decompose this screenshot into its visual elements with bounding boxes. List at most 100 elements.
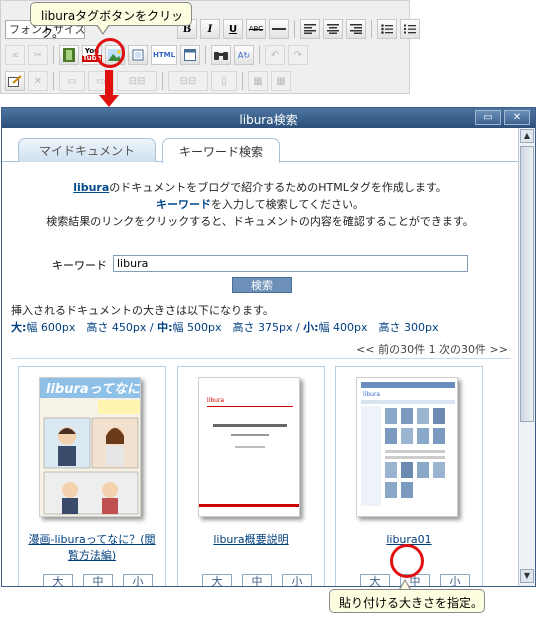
delete-icon[interactable]: ✕ xyxy=(28,71,48,91)
size-large-text: 幅 600px 高さ 450px xyxy=(26,321,147,334)
toolbar-separator xyxy=(53,72,54,90)
size-button-group: 大 中 小 xyxy=(43,574,153,586)
html-icon[interactable]: HTML xyxy=(151,45,177,65)
overview-thumbnail-image: libura xyxy=(199,378,299,516)
document-thumbnail[interactable]: liburaってなに？ 第2話 閲覧方法 xyxy=(39,377,141,517)
toolbar-separator xyxy=(259,46,260,64)
size-medium-button[interactable]: 中 xyxy=(83,574,113,586)
document-thumbnail[interactable]: libura xyxy=(356,377,458,517)
align-left-icon[interactable] xyxy=(300,19,320,39)
redo-icon[interactable]: ↷ xyxy=(288,45,308,65)
toolbar-row-3: ✕ ▭ ▭ ⊟⊟ ⊟⊟ ▯ ▦ ▦ xyxy=(5,70,291,92)
size-medium-text: 幅 500px 高さ 375px xyxy=(172,321,293,334)
unordered-list-icon[interactable] xyxy=(377,19,397,39)
toolbar-separator xyxy=(162,72,163,90)
size-medium-label: 中: xyxy=(157,321,173,334)
document-thumbnail[interactable]: libura xyxy=(198,377,300,517)
thumb-logo-text: libura xyxy=(363,391,380,398)
maximize-icon[interactable]: ▭ xyxy=(475,110,501,125)
keyword-emphasis: キーワード xyxy=(155,198,211,211)
size-large-button[interactable]: 大 xyxy=(202,574,232,586)
tab-keyword-search[interactable]: キーワード検索 xyxy=(162,138,280,163)
strikethrough-icon[interactable]: ABC xyxy=(246,19,266,39)
merge-cells-icon[interactable]: ⊟⊟ xyxy=(168,71,208,91)
thumb-logo-text: libura xyxy=(207,397,224,404)
scroll-down-icon[interactable]: ▼ xyxy=(520,569,534,583)
size-medium-button[interactable]: 中 xyxy=(242,574,272,586)
toolbar-separator xyxy=(53,46,54,64)
libura-link[interactable]: libura xyxy=(73,181,109,194)
size-button-group: 大 中 小 xyxy=(202,574,312,586)
toolbar-separator xyxy=(371,20,372,38)
libura-tag-icon[interactable] xyxy=(128,45,148,65)
insert-row-icon[interactable]: ⊟⊟ xyxy=(117,71,157,91)
pagination[interactable]: << 前の30件 1 次の30件 >> xyxy=(356,341,508,357)
vertical-scrollbar[interactable]: ▲ ▼ xyxy=(518,128,535,586)
edit-icon[interactable] xyxy=(5,71,25,91)
highlight-ring-medium-button xyxy=(390,544,424,578)
screenshot-thumbnail-image: libura xyxy=(357,378,457,516)
table-row-icon[interactable]: ▭ xyxy=(59,71,85,91)
search-button[interactable]: 検索 xyxy=(232,277,292,293)
scrollbar-thumb[interactable] xyxy=(520,146,534,422)
ordered-list-icon[interactable] xyxy=(400,19,420,39)
table-icon[interactable]: ▦ xyxy=(248,71,268,91)
scroll-up-icon[interactable]: ▲ xyxy=(520,129,534,143)
dialog-content: マイドキュメント キーワード検索 liburaのドキュメントをブログで紹介するた… xyxy=(2,128,518,586)
align-center-icon[interactable] xyxy=(323,19,343,39)
table-props-icon[interactable]: ▦ xyxy=(271,71,291,91)
replace-icon[interactable]: A↻ xyxy=(234,45,254,65)
red-arrow-shaft xyxy=(105,70,113,96)
result-card: liburaってなに？ 第2話 閲覧方法 漫画-liburaってなに？(閲覧方法… xyxy=(18,366,166,586)
size-small-button[interactable]: 小 xyxy=(282,574,312,586)
thumb-logo-text: liburaってなに？ 第2話 閲覧方法 xyxy=(46,381,141,397)
hr-icon[interactable] xyxy=(269,19,289,39)
size-small-button[interactable]: 小 xyxy=(440,574,470,586)
results-divider xyxy=(11,358,511,359)
tab-bar: マイドキュメント キーワード検索 xyxy=(2,128,518,163)
split-cells-icon[interactable]: ▯ xyxy=(211,71,237,91)
result-title-link[interactable]: libura概要説明 xyxy=(184,532,318,548)
keyword-input[interactable]: libura xyxy=(113,255,468,272)
size-separator: / xyxy=(146,321,158,334)
link-icon[interactable]: ∞ xyxy=(5,45,25,65)
underline-icon[interactable]: U xyxy=(223,19,243,39)
size-small-text: 幅 400px 高さ 300px xyxy=(318,321,439,334)
size-large-button[interactable]: 大 xyxy=(43,574,73,586)
size-large-button[interactable]: 大 xyxy=(360,574,390,586)
close-icon[interactable]: ✕ xyxy=(504,110,530,125)
italic-icon[interactable]: I xyxy=(200,19,220,39)
window-icon[interactable] xyxy=(180,45,200,65)
find-icon[interactable] xyxy=(211,45,231,65)
callout-tail xyxy=(399,579,411,590)
toolbar-row-2: ∞ ✂ You Tube HTML A↻ ↶ ↷ xyxy=(5,44,308,66)
intro-line-1-text: のドキュメントをブログで紹介するためのHTMLタグを作成します。 xyxy=(109,181,447,194)
intro-line-2: キーワードを入力して検索してください。 xyxy=(2,196,518,212)
libura-button-callout: liburaタグボタンをクリック。 xyxy=(30,2,192,40)
libura-search-dialog: libura検索 ▭ ✕ マイドキュメント キーワード検索 liburaのドキュ… xyxy=(1,107,536,587)
size-small-button[interactable]: 小 xyxy=(123,574,153,586)
manga-thumbnail-image: liburaってなに？ 第2話 閲覧方法 xyxy=(40,378,141,516)
result-title-link[interactable]: 漫画-liburaってなに？(閲覧方法編) xyxy=(25,532,159,564)
toolbar-separator xyxy=(294,20,295,38)
keyword-label: キーワード xyxy=(52,259,107,272)
align-right-icon[interactable] xyxy=(346,19,366,39)
dialog-titlebar[interactable]: libura検索 ▭ ✕ xyxy=(2,108,535,128)
toolbar-separator xyxy=(205,46,206,64)
size-select-callout: 貼り付ける大きさを指定。 xyxy=(329,589,485,613)
unlink-icon[interactable]: ✂ xyxy=(28,45,48,65)
size-separator: / xyxy=(292,321,304,334)
intro-line-3: 検索結果のリンクをクリックすると、ドキュメントの内容を確認することができます。 xyxy=(46,215,474,228)
size-small-label: 小: xyxy=(303,321,319,334)
result-card: libura libura概要説明 大 中 小 xyxy=(177,366,325,586)
red-arrow-head-icon xyxy=(99,95,119,107)
intro-line-1: liburaのドキュメントをブログで紹介するためのHTMLタグを作成します。 xyxy=(2,179,518,195)
size-large-label: 大: xyxy=(11,321,27,334)
tab-my-documents[interactable]: マイドキュメント xyxy=(18,138,156,162)
film-icon[interactable] xyxy=(59,45,79,65)
intro-line-2-text: を入力して検索してください。 xyxy=(210,198,364,211)
dialog-title: libura検索 xyxy=(239,113,298,127)
size-note: 挿入されるドキュメントの大きさは以下になります。 xyxy=(11,304,274,317)
highlight-ring-libura-button xyxy=(95,38,125,68)
undo-icon[interactable]: ↶ xyxy=(265,45,285,65)
